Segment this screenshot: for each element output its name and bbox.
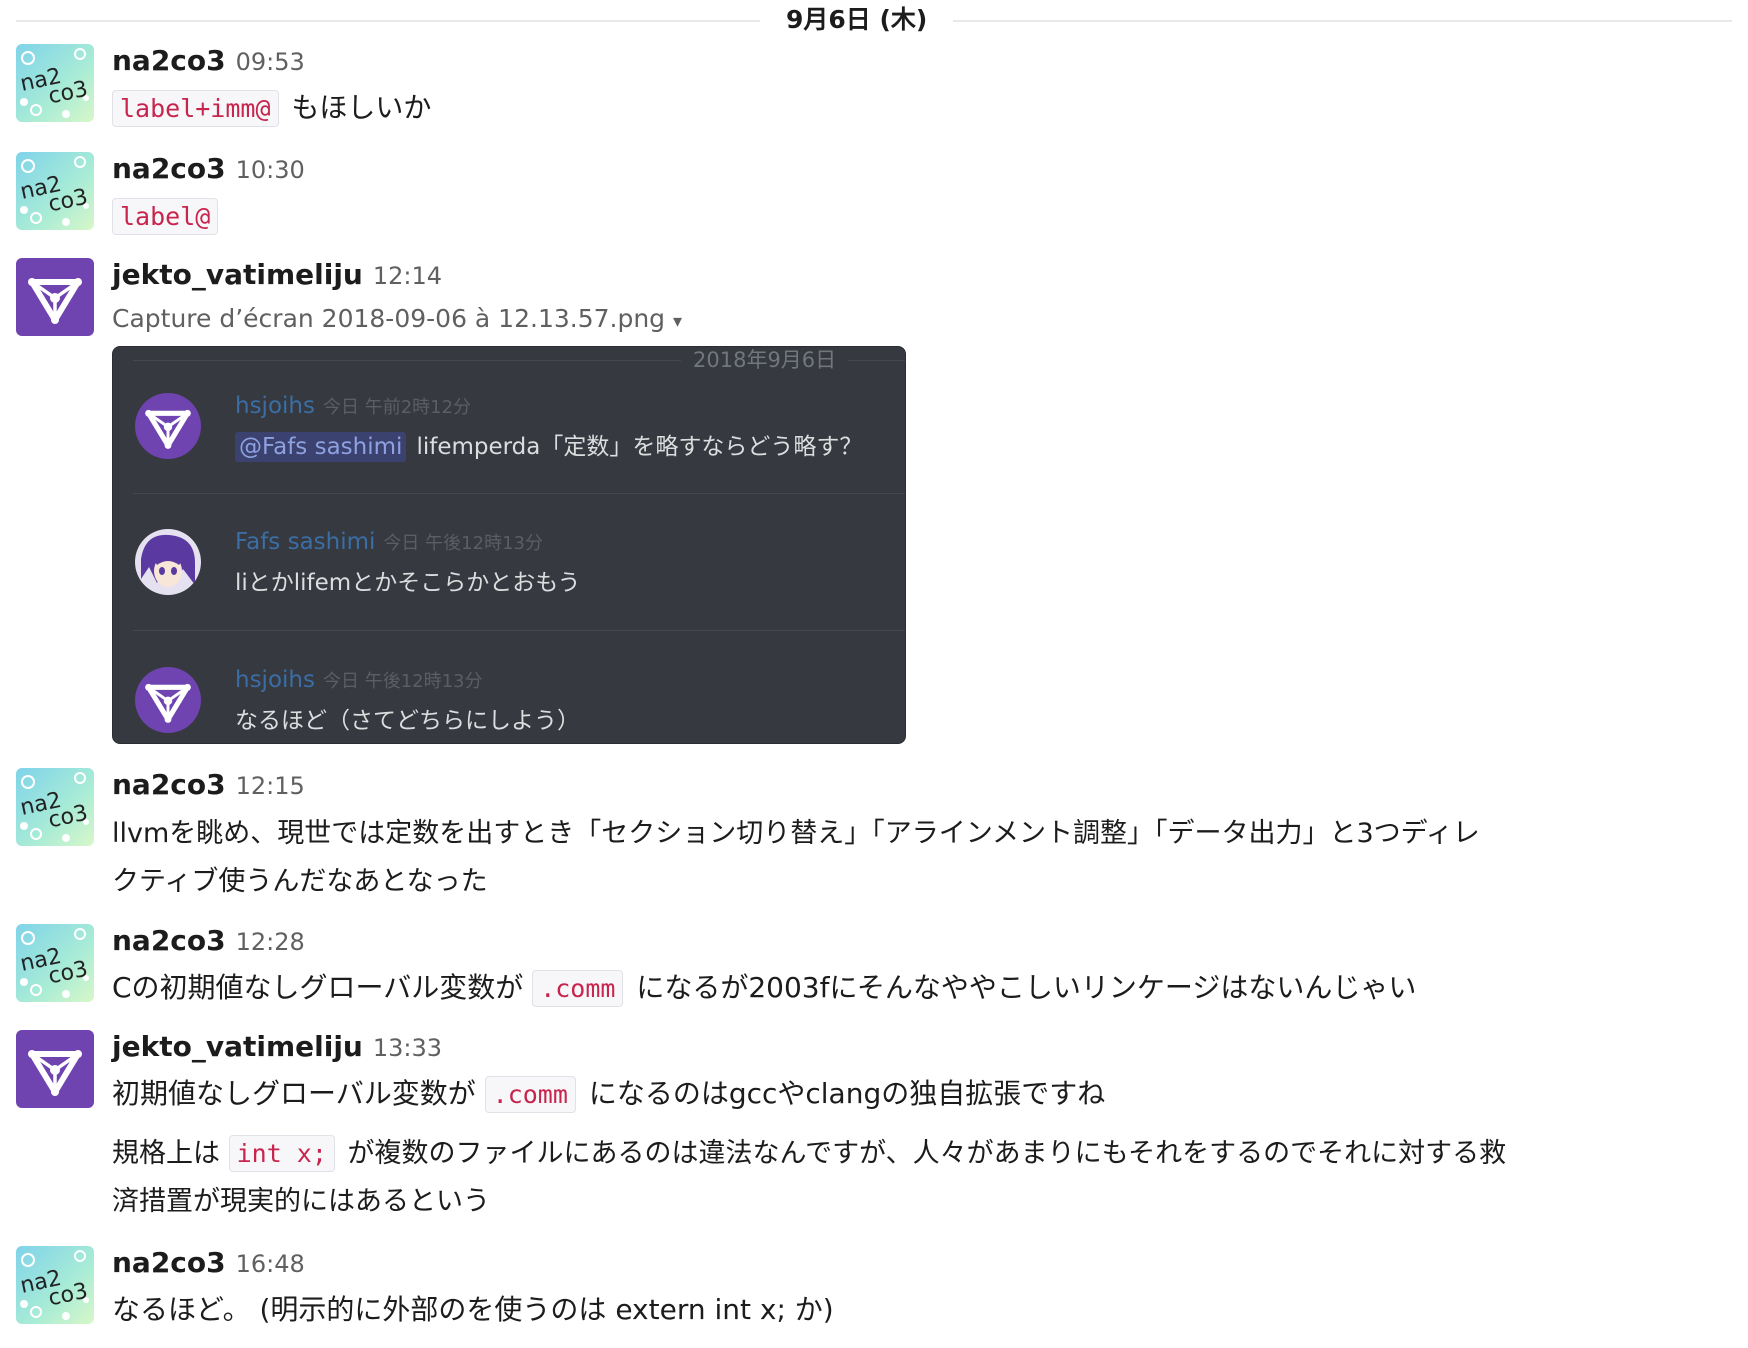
- message-body: Cの初期値なしグローバル変数が .comm になるが2003fにそんなややこしい…: [112, 964, 1718, 1013]
- message-text: が複数のファイルにあるのは違法なんですが、人々があまりにもそれをするのでそれに対…: [347, 1138, 1507, 1169]
- timestamp[interactable]: 09:53: [236, 48, 305, 76]
- message-body: llvmを眺め、現世では定数を出すとき「セクション切り替え」「アラインメント調整…: [112, 810, 1718, 906]
- shot-timestamp: 今日 午後12時13分: [322, 671, 483, 692]
- message-body: label+imm@ もほしいか: [112, 84, 1718, 133]
- na2co3-avatar-icon: na2 co3: [16, 1246, 94, 1324]
- inline-code: label+imm@: [112, 90, 279, 127]
- inline-code: .comm: [532, 970, 624, 1007]
- mention: @Fafs sashimi: [235, 432, 407, 462]
- shot-text: liとかlifemとかそこらかとおもう: [235, 570, 581, 596]
- message-header: na2co3 10:30: [112, 152, 305, 188]
- username[interactable]: jekto_vatimeliju: [112, 258, 363, 291]
- na2co3-avatar-icon: na2 co3: [16, 768, 94, 846]
- timestamp[interactable]: 12:28: [236, 928, 305, 956]
- shot-date: 2018年9月6日: [681, 347, 849, 373]
- timestamp[interactable]: 12:15: [236, 772, 305, 800]
- image-attachment[interactable]: 2018年9月6日 hsjoihs 今日 午前2時12分 @Fafs sashim…: [112, 346, 906, 744]
- file-name[interactable]: Capture d’écran 2018-09-06 à 12.13.57.pn…: [112, 304, 665, 333]
- message-text: 規格上は: [112, 1138, 220, 1169]
- jekto-avatar-icon: [16, 258, 94, 336]
- avatar[interactable]: na2 co3: [16, 44, 94, 122]
- message-text: llvmを眺め、現世では定数を出すとき「セクション切り替え」「アラインメント調整…: [112, 818, 1480, 849]
- jekto-avatar-icon: [16, 1030, 94, 1108]
- message-header: jekto_vatimeliju 13:33: [112, 1030, 442, 1066]
- message-body: label@: [112, 192, 1718, 241]
- na2co3-avatar-icon: na2 co3: [16, 152, 94, 230]
- username[interactable]: na2co3: [112, 768, 226, 801]
- timestamp[interactable]: 16:48: [236, 1250, 305, 1278]
- message-header: na2co3 12:28: [112, 924, 305, 960]
- avatar[interactable]: [16, 1030, 94, 1108]
- shot-username: Fafs sashimi 今日 午後12時13分: [235, 529, 543, 555]
- username[interactable]: na2co3: [112, 924, 226, 957]
- message-text: 済措置が現実的にはあるという: [112, 1186, 490, 1217]
- message-text: クティブ使うんだなあとなった: [112, 866, 488, 897]
- message-header: na2co3 16:48: [112, 1246, 305, 1282]
- shot-timestamp: 今日 午後12時13分: [383, 533, 543, 554]
- username[interactable]: na2co3: [112, 152, 226, 185]
- avatar[interactable]: [16, 258, 94, 336]
- message-text: になるが2003fにそんなややこしいリンケージはないんじゃい: [636, 971, 1417, 1004]
- hsjoihs-avatar-icon: [135, 393, 201, 459]
- username[interactable]: na2co3: [112, 44, 226, 77]
- hsjoihs-avatar-icon: [135, 667, 201, 733]
- message-body: 初期値なしグローバル変数が .comm になるのはgccやclangの独自拡張で…: [112, 1070, 1718, 1119]
- shot-timestamp: 今日 午前2時12分: [322, 397, 472, 418]
- message-text: になるのはgccやclangの独自拡張ですね: [588, 1077, 1106, 1110]
- username[interactable]: jekto_vatimeliju: [112, 1030, 363, 1063]
- shot-username: hsjoihs 今日 午前2時12分: [235, 393, 472, 419]
- avatar[interactable]: na2 co3: [16, 924, 94, 1002]
- avatar[interactable]: na2 co3: [16, 768, 94, 846]
- timestamp[interactable]: 10:30: [236, 156, 305, 184]
- na2co3-avatar-icon: na2 co3: [16, 44, 94, 122]
- username[interactable]: na2co3: [112, 1246, 226, 1279]
- file-title[interactable]: Capture d’écran 2018-09-06 à 12.13.57.pn…: [112, 298, 1718, 342]
- message-body: 規格上は int x; が複数のファイルにあるのは違法なんですが、人々があまりに…: [112, 1130, 1718, 1226]
- inline-code: label@: [112, 198, 219, 235]
- message-text: Cの初期値なしグローバル変数が: [112, 971, 524, 1004]
- message-header: na2co3 09:53: [112, 44, 305, 80]
- timestamp[interactable]: 12:14: [373, 262, 442, 290]
- message-header: jekto_vatimeliju 12:14: [112, 258, 442, 294]
- shot-divider: [133, 630, 905, 631]
- date-label[interactable]: 9月6日 (木): [760, 4, 954, 36]
- timestamp[interactable]: 13:33: [373, 1034, 442, 1062]
- message-header: na2co3 12:15: [112, 768, 305, 804]
- avatar[interactable]: na2 co3: [16, 1246, 94, 1324]
- na2co3-avatar-icon: na2 co3: [16, 924, 94, 1002]
- message-body: なるほど。 (明示的に外部のを使うのは extern int x; か): [112, 1286, 1718, 1334]
- inline-code: .comm: [484, 1076, 576, 1113]
- message-text: なるほど。 (明示的に外部のを使うのは extern int x; か): [112, 1293, 834, 1326]
- shot-text: @Fafs sashimi lifemperda「定数」を略すならどう略す？: [235, 427, 862, 462]
- shot-divider: [133, 493, 905, 494]
- shot-username: hsjoihs 今日 午後12時13分: [235, 667, 483, 693]
- avatar[interactable]: na2 co3: [16, 152, 94, 230]
- message-text: 初期値なしグローバル変数が: [112, 1077, 476, 1110]
- chevron-down-icon[interactable]: ▾: [673, 311, 682, 332]
- shot-text: なるほど（さてどちらにしよう）: [235, 708, 580, 734]
- message-text: もほしいか: [291, 91, 432, 124]
- inline-code: int x;: [228, 1135, 335, 1172]
- fafs-avatar-icon: [135, 529, 201, 595]
